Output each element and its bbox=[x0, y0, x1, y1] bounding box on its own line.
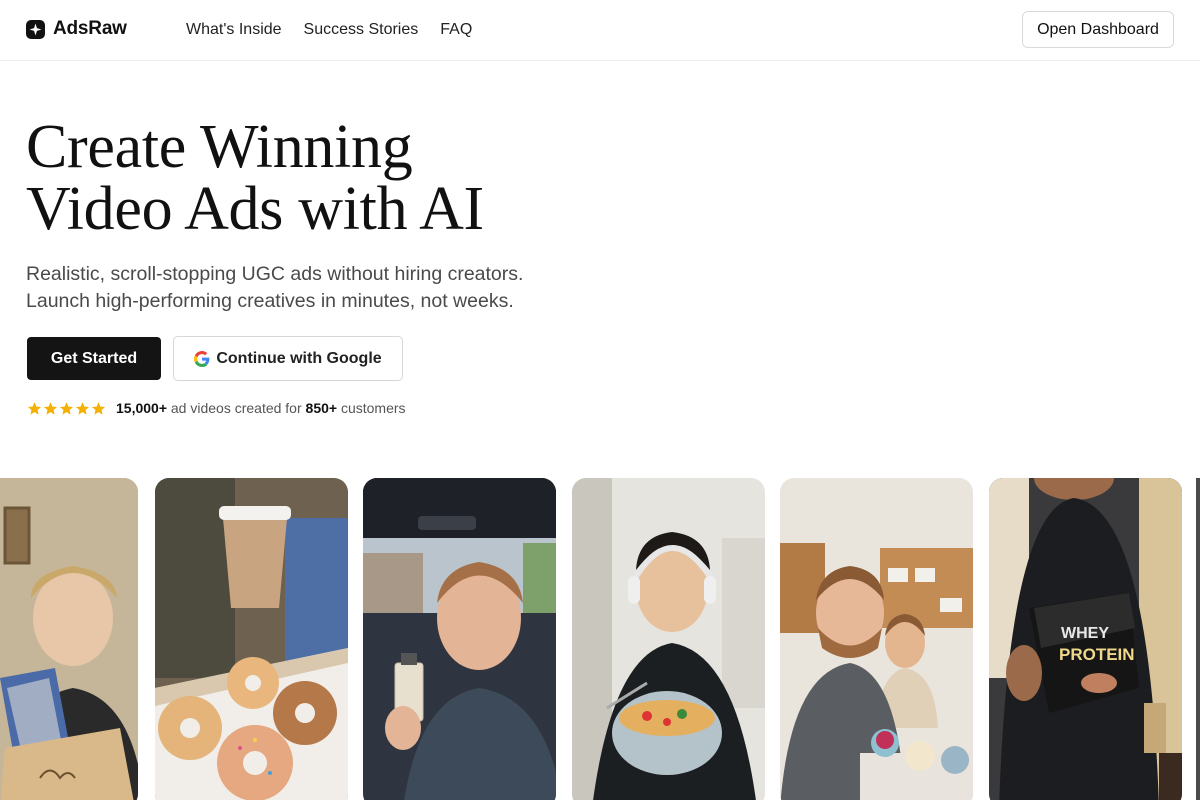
hero-subtitle: Realistic, scroll-stopping UGC ads witho… bbox=[26, 261, 523, 315]
star-icon bbox=[75, 401, 90, 415]
customers-count: 850+ bbox=[305, 400, 338, 416]
continue-with-google-button[interactable]: Continue with Google bbox=[173, 336, 403, 381]
woman-holding-fabric-bag-image bbox=[0, 478, 138, 800]
hero-title-line-2: Video Ads with AI bbox=[26, 175, 484, 243]
get-started-button[interactable]: Get Started bbox=[27, 337, 161, 380]
hero-subtitle-line-1: Realistic, scroll-stopping UGC ads witho… bbox=[26, 263, 524, 285]
video-card-man-holding-whey-protein[interactable]: WHEY PROTEIN bbox=[989, 478, 1182, 800]
video-card-coffee-and-donuts[interactable] bbox=[155, 478, 348, 800]
sparkle-icon bbox=[26, 19, 45, 39]
brand-logo[interactable]: AdsRaw bbox=[26, 18, 127, 40]
nav-link-whats-inside[interactable]: What's Inside bbox=[186, 21, 282, 39]
google-button-label: Continue with Google bbox=[216, 349, 382, 367]
brand-name: AdsRaw bbox=[53, 18, 127, 39]
hero-subtitle-line-2: Launch high-performing creatives in minu… bbox=[26, 290, 514, 312]
nav-link-success-stories[interactable]: Success Stories bbox=[304, 21, 419, 39]
couple-in-kitchen-image bbox=[780, 478, 973, 800]
star-icon bbox=[59, 401, 74, 415]
hero-title-line-1: Create Winning bbox=[26, 113, 413, 181]
video-card-couple-in-kitchen[interactable] bbox=[780, 478, 973, 800]
top-nav: AdsRaw What's Inside Success Stories FAQ… bbox=[0, 0, 1200, 61]
videos-count: 15,000+ bbox=[116, 400, 167, 416]
rating-middle-text: ad videos created for bbox=[170, 400, 302, 416]
star-rating bbox=[27, 401, 106, 416]
coffee-and-donuts-image bbox=[155, 478, 348, 800]
svg-text:PROTEIN: PROTEIN bbox=[1059, 645, 1135, 664]
video-card-man-with-headphones-eating-pasta[interactable] bbox=[572, 478, 765, 800]
man-with-headphones-eating-pasta-image bbox=[572, 478, 765, 800]
video-card-partial[interactable] bbox=[1196, 478, 1200, 800]
google-g-icon bbox=[194, 350, 210, 367]
video-card-woman-holding-fabric-bag[interactable] bbox=[0, 478, 138, 800]
man-in-car-with-perfume-image bbox=[363, 478, 556, 800]
social-proof: 15,000+ ad videos created for 850+ custo… bbox=[27, 400, 406, 416]
star-icon bbox=[43, 401, 58, 415]
man-holding-whey-protein-image: WHEY PROTEIN bbox=[989, 478, 1182, 800]
svg-text:WHEY: WHEY bbox=[1061, 625, 1109, 642]
rating-end-text: customers bbox=[340, 400, 406, 416]
hero-title: Create Winning Video Ads with AI bbox=[26, 116, 484, 240]
rating-text: 15,000+ ad videos created for 850+ custo… bbox=[116, 400, 406, 416]
nav-link-faq[interactable]: FAQ bbox=[440, 21, 472, 39]
video-ad-gallery: WHEY PROTEIN bbox=[0, 478, 1200, 800]
nav-links: What's Inside Success Stories FAQ bbox=[186, 21, 472, 39]
video-card-man-in-car-with-perfume[interactable] bbox=[363, 478, 556, 800]
open-dashboard-button[interactable]: Open Dashboard bbox=[1022, 11, 1174, 48]
star-icon bbox=[91, 401, 106, 415]
star-icon bbox=[27, 401, 42, 415]
